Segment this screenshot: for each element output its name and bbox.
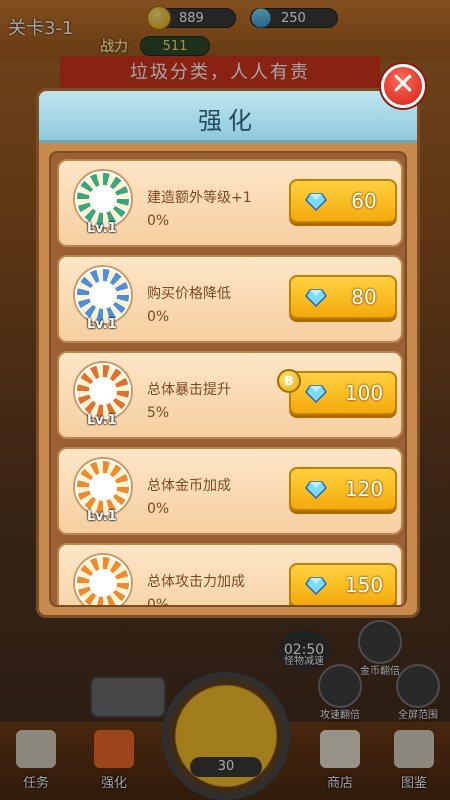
dialog-title: 强化 bbox=[198, 107, 258, 135]
upgrade-name: 购买价格降低 bbox=[147, 286, 231, 302]
gold-coins-icon bbox=[75, 459, 131, 515]
gem-icon bbox=[305, 193, 327, 211]
gem-icon bbox=[305, 385, 327, 403]
upgrade-row: Lv.1 总体金币加成 0% 120 bbox=[57, 447, 403, 535]
upgrade-percent: 0% bbox=[147, 597, 170, 607]
close-button[interactable]: ✕ bbox=[381, 64, 425, 108]
price-value: 60 bbox=[351, 189, 377, 213]
level-label: Lv.1 bbox=[87, 413, 117, 428]
price-value: 120 bbox=[344, 477, 384, 501]
crit-rocket-icon bbox=[75, 363, 131, 419]
attack-fish-icon bbox=[75, 555, 131, 605]
gem-icon bbox=[305, 577, 327, 595]
price-value: 100 bbox=[344, 381, 384, 405]
upgrade-percent: 5% bbox=[147, 405, 170, 421]
upgrade-percent: 0% bbox=[147, 213, 170, 229]
shop-discount-icon bbox=[75, 267, 131, 323]
dialog-header: 强化 bbox=[39, 91, 417, 143]
price-value: 150 bbox=[344, 573, 384, 597]
upgrade-row: 总体攻击力加成 0% 150 bbox=[57, 543, 403, 607]
upgrade-percent: 0% bbox=[147, 501, 170, 517]
buy-button[interactable]: 150 bbox=[289, 563, 397, 605]
level-label: Lv.1 bbox=[87, 221, 117, 236]
upgrade-name: 总体攻击力加成 bbox=[147, 574, 245, 590]
level-label: Lv.1 bbox=[87, 317, 117, 332]
buy-button[interactable]: 60 bbox=[289, 179, 397, 223]
upgrade-name: 总体金币加成 bbox=[147, 478, 231, 494]
upgrade-name: 建造额外等级+1 bbox=[147, 190, 252, 206]
level-label: Lv.1 bbox=[87, 509, 117, 524]
upgrade-row: Lv.1 建造额外等级+1 0% 60 bbox=[57, 159, 403, 247]
upgrade-name: 总体暴击提升 bbox=[147, 382, 231, 398]
buy-button[interactable]: 80 bbox=[289, 275, 397, 319]
gem-icon bbox=[305, 289, 327, 307]
coin-icon: B bbox=[277, 369, 301, 393]
upgrade-percent: 0% bbox=[147, 309, 170, 325]
gem-icon bbox=[305, 481, 327, 499]
basket-icon bbox=[75, 171, 131, 227]
upgrade-row: Lv.1 购买价格降低 0% 80 bbox=[57, 255, 403, 343]
buy-button[interactable]: 100 bbox=[289, 371, 397, 415]
upgrade-dialog: 强化 Lv.1 建造额外等级+1 0% 60 Lv.1 购买价格降低 0% 80 Lv.1 总体暴… bbox=[36, 88, 420, 618]
buy-button[interactable]: 120 bbox=[289, 467, 397, 511]
upgrade-list[interactable]: Lv.1 建造额外等级+1 0% 60 Lv.1 购买价格降低 0% 80 Lv.1 总体暴击提升… bbox=[49, 151, 407, 607]
price-value: 80 bbox=[351, 285, 377, 309]
upgrade-row: Lv.1 总体暴击提升 5% 100 B bbox=[57, 351, 403, 439]
